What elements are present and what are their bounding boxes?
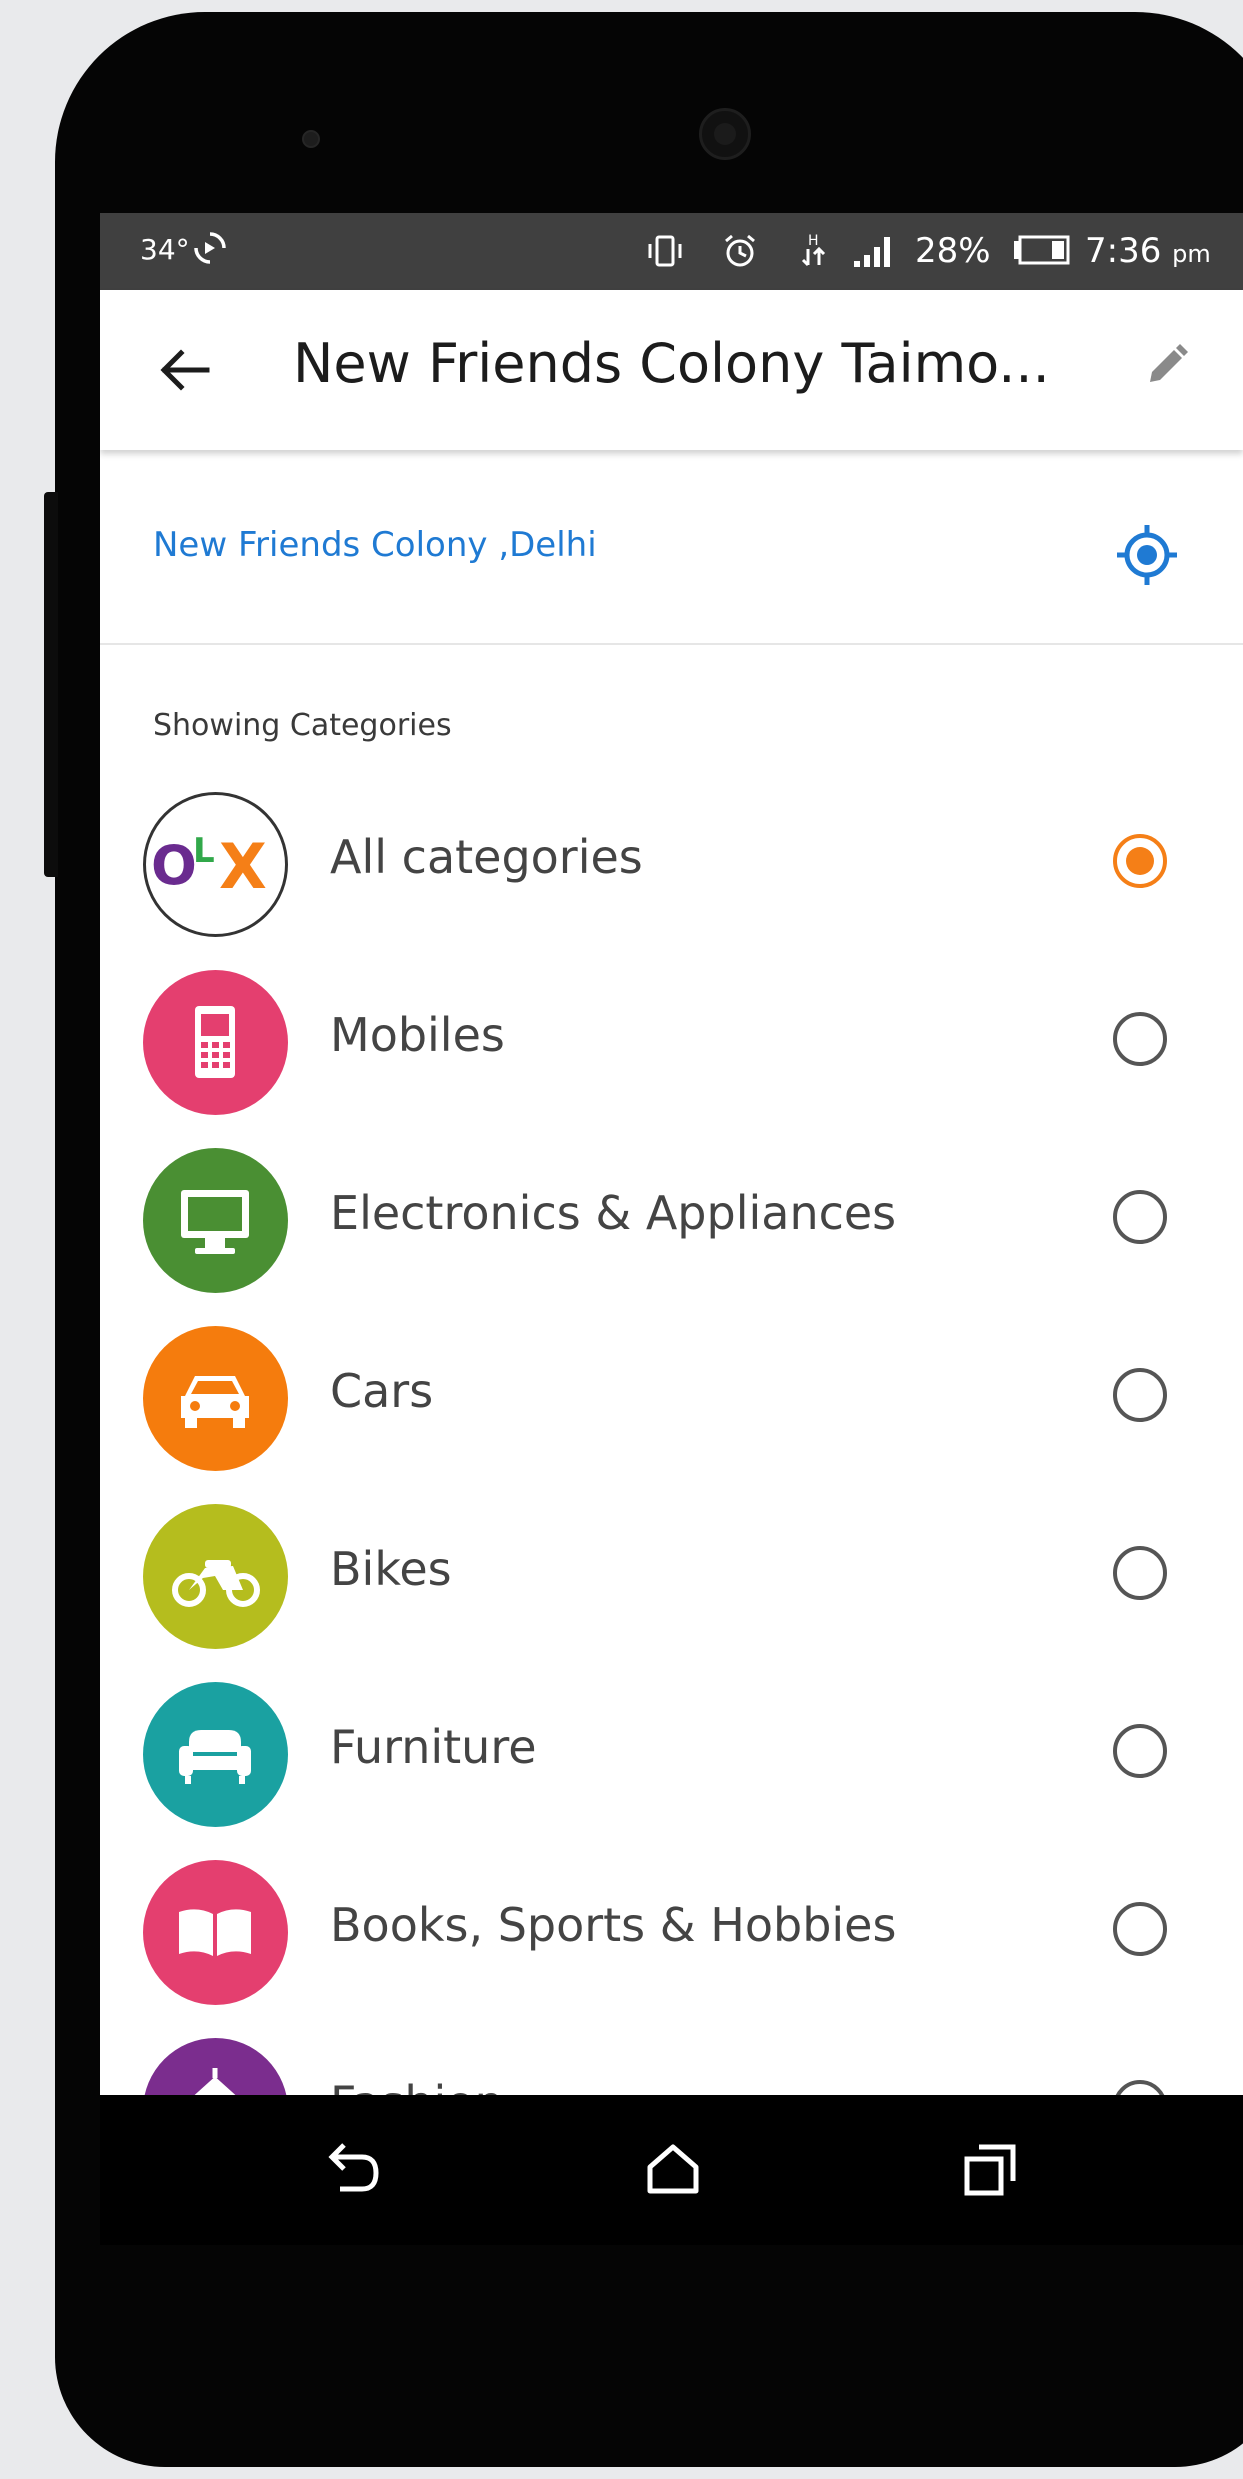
vibrate-icon xyxy=(648,235,682,267)
category-label: Cars xyxy=(330,1364,434,1418)
category-row-books[interactable]: Books, Sports & Hobbies xyxy=(100,1844,1243,2022)
sofa-icon xyxy=(143,1682,288,1827)
category-row-all[interactable]: O L X All categories xyxy=(100,776,1243,954)
clock-time: 7:36 xyxy=(1085,231,1162,271)
arrow-left-icon[interactable] xyxy=(155,340,215,400)
auto-rotate-icon xyxy=(194,232,226,264)
car-icon xyxy=(143,1326,288,1471)
section-label: Showing Categories xyxy=(153,708,452,743)
screen: 34° H 28% 7:36 pm New Friends Colony Tai… xyxy=(100,213,1243,2095)
radio-unselected[interactable] xyxy=(1113,1724,1167,1778)
recents-nav-icon[interactable] xyxy=(955,2135,1025,2205)
radio-selected[interactable] xyxy=(1113,834,1167,888)
svg-text:X: X xyxy=(219,830,267,903)
home-nav-icon[interactable] xyxy=(638,2135,708,2205)
radio-unselected[interactable] xyxy=(1113,1902,1167,1956)
page-title: New Friends Colony Taimo... xyxy=(293,332,1050,395)
radio-unselected[interactable] xyxy=(1113,2080,1167,2095)
category-row-furniture[interactable]: Furniture xyxy=(100,1666,1243,1844)
mobile-phone-icon xyxy=(143,970,288,1115)
radio-unselected[interactable] xyxy=(1113,1546,1167,1600)
radio-unselected[interactable] xyxy=(1113,1190,1167,1244)
back-nav-icon[interactable] xyxy=(318,2135,388,2205)
category-label: Mobiles xyxy=(330,1008,505,1062)
category-label: Books, Sports & Hobbies xyxy=(330,1898,897,1952)
app-bar: New Friends Colony Taimo... xyxy=(100,290,1243,450)
category-row-bikes[interactable]: Bikes xyxy=(100,1488,1243,1666)
monitor-icon xyxy=(143,1148,288,1293)
sensor-dot xyxy=(302,130,320,148)
svg-text:L: L xyxy=(193,831,215,871)
data-arrows-icon: H xyxy=(801,233,826,267)
signal-icon xyxy=(854,237,890,267)
book-icon xyxy=(143,1860,288,2005)
olx-logo: O L X xyxy=(143,792,288,937)
pencil-icon[interactable] xyxy=(1140,340,1192,392)
category-row-fashion[interactable]: Fashion xyxy=(100,2022,1243,2095)
category-label: Fashion xyxy=(330,2076,504,2095)
radio-unselected[interactable] xyxy=(1113,1368,1167,1422)
temperature: 34° xyxy=(140,233,190,266)
radio-unselected[interactable] xyxy=(1113,1012,1167,1066)
category-label: All categories xyxy=(330,830,643,884)
svg-text:H: H xyxy=(808,233,819,249)
category-row-cars[interactable]: Cars xyxy=(100,1310,1243,1488)
motorbike-icon xyxy=(143,1504,288,1649)
status-bar: 34° H 28% 7:36 pm xyxy=(100,213,1243,290)
clock-suffix: pm xyxy=(1172,240,1211,268)
battery-icon xyxy=(1014,235,1070,265)
category-label: Bikes xyxy=(330,1542,452,1596)
fashion-icon xyxy=(143,2038,288,2095)
location-row[interactable]: New Friends Colony ,Delhi xyxy=(100,450,1243,645)
battery-percent: 28% xyxy=(915,231,991,271)
side-button xyxy=(44,492,58,877)
location-text[interactable]: New Friends Colony ,Delhi xyxy=(153,525,597,565)
navigation-bar xyxy=(100,2095,1243,2245)
front-camera xyxy=(699,108,751,160)
alarm-icon xyxy=(725,234,755,267)
category-row-mobiles[interactable]: Mobiles xyxy=(100,954,1243,1132)
clock: 7:36 pm xyxy=(1085,231,1211,271)
svg-text:O: O xyxy=(151,834,197,897)
category-label: Electronics & Appliances xyxy=(330,1186,897,1240)
gps-locate-icon[interactable] xyxy=(1112,520,1182,590)
category-label: Furniture xyxy=(330,1720,537,1774)
category-row-electronics[interactable]: Electronics & Appliances xyxy=(100,1132,1243,1310)
